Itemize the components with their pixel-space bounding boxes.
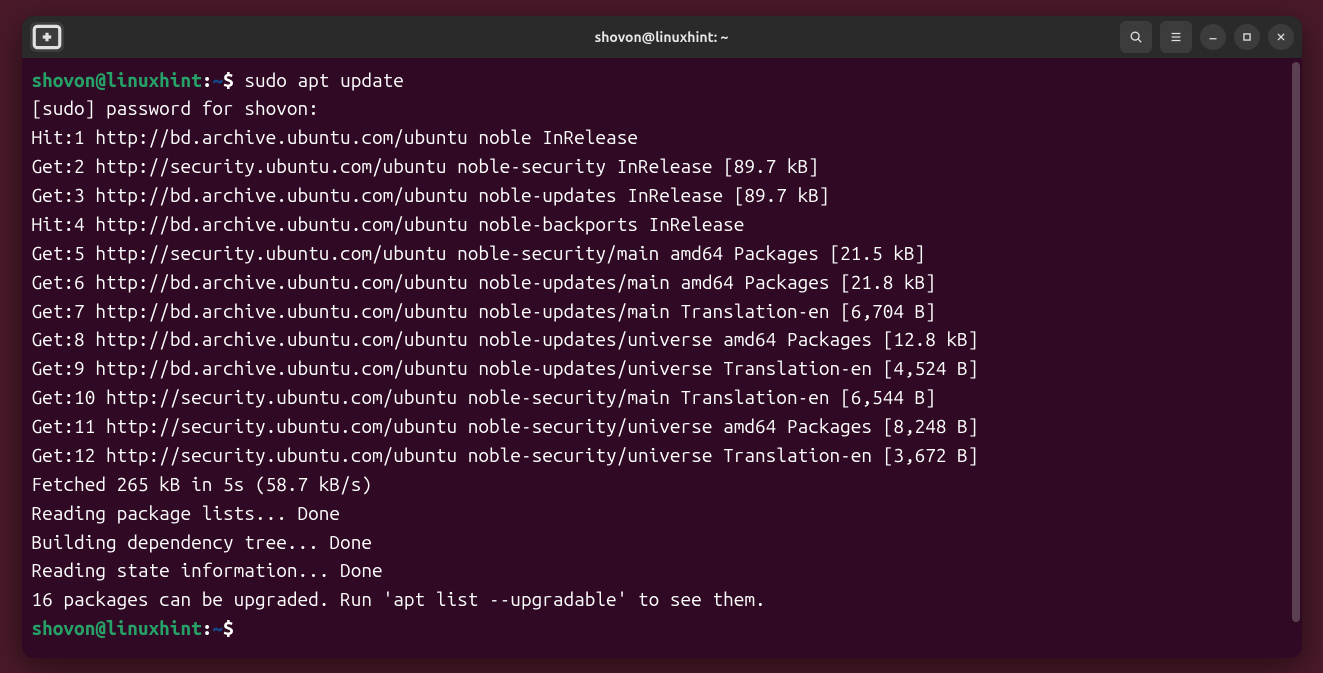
window-title: shovon@linuxhint: ~ xyxy=(595,29,729,45)
output-line: Get:3 http://bd.archive.ubuntu.com/ubunt… xyxy=(32,181,1292,210)
output-line: Get:10 http://security.ubuntu.com/ubuntu… xyxy=(32,383,1292,412)
output-line: Reading package lists... Done xyxy=(32,499,1292,528)
output-line: Hit:1 http://bd.archive.ubuntu.com/ubunt… xyxy=(32,123,1292,152)
terminal-window: shovon@linuxhint: ~ shovon@linuxhint:~$ … xyxy=(22,16,1302,658)
search-icon xyxy=(1129,30,1143,44)
minimize-button[interactable] xyxy=(1200,24,1226,50)
output-line: 16 packages can be upgraded. Run 'apt li… xyxy=(32,585,1292,614)
output-line: Fetched 265 kB in 5s (58.7 kB/s) xyxy=(32,470,1292,499)
close-icon xyxy=(1274,30,1288,44)
hamburger-icon xyxy=(1169,30,1183,44)
prompt-path: ~ xyxy=(212,617,223,639)
prompt-colon: : xyxy=(202,69,213,91)
new-tab-button[interactable] xyxy=(30,22,64,52)
output-line: Get:2 http://security.ubuntu.com/ubuntu … xyxy=(32,152,1292,181)
command-text: sudo apt update xyxy=(244,69,404,91)
output-line: Get:11 http://security.ubuntu.com/ubuntu… xyxy=(32,412,1292,441)
terminal-body[interactable]: shovon@linuxhint:~$ sudo apt update [sud… xyxy=(22,58,1302,658)
prompt-sep: $ xyxy=(223,69,234,91)
output-line: Hit:4 http://bd.archive.ubuntu.com/ubunt… xyxy=(32,210,1292,239)
output-line: Reading state information... Done xyxy=(32,556,1292,585)
output-line: Get:9 http://bd.archive.ubuntu.com/ubunt… xyxy=(32,354,1292,383)
prompt-line: shovon@linuxhint:~$ sudo apt update xyxy=(32,66,1292,95)
maximize-button[interactable] xyxy=(1234,24,1260,50)
minimize-icon xyxy=(1206,30,1220,44)
prompt-path: ~ xyxy=(212,69,223,91)
output-line: Get:12 http://security.ubuntu.com/ubuntu… xyxy=(32,441,1292,470)
output-line: Get:5 http://security.ubuntu.com/ubuntu … xyxy=(32,239,1292,268)
prompt-user-host: shovon@linuxhint xyxy=(32,69,202,91)
prompt-sep: $ xyxy=(223,617,234,639)
output-line: Get:6 http://bd.archive.ubuntu.com/ubunt… xyxy=(32,268,1292,297)
new-tab-icon xyxy=(30,20,64,54)
output-line: Building dependency tree... Done xyxy=(32,528,1292,557)
scrollbar[interactable] xyxy=(1292,62,1300,622)
search-button[interactable] xyxy=(1120,21,1152,53)
output-line: [sudo] password for shovon: xyxy=(32,94,1292,123)
maximize-icon xyxy=(1240,30,1254,44)
prompt-user-host: shovon@linuxhint xyxy=(32,617,202,639)
prompt-line: shovon@linuxhint:~$ xyxy=(32,614,1292,643)
output-line: Get:7 http://bd.archive.ubuntu.com/ubunt… xyxy=(32,297,1292,326)
titlebar: shovon@linuxhint: ~ xyxy=(22,16,1302,58)
output-line: Get:8 http://bd.archive.ubuntu.com/ubunt… xyxy=(32,325,1292,354)
prompt-colon: : xyxy=(202,617,213,639)
close-button[interactable] xyxy=(1268,24,1294,50)
menu-button[interactable] xyxy=(1160,21,1192,53)
